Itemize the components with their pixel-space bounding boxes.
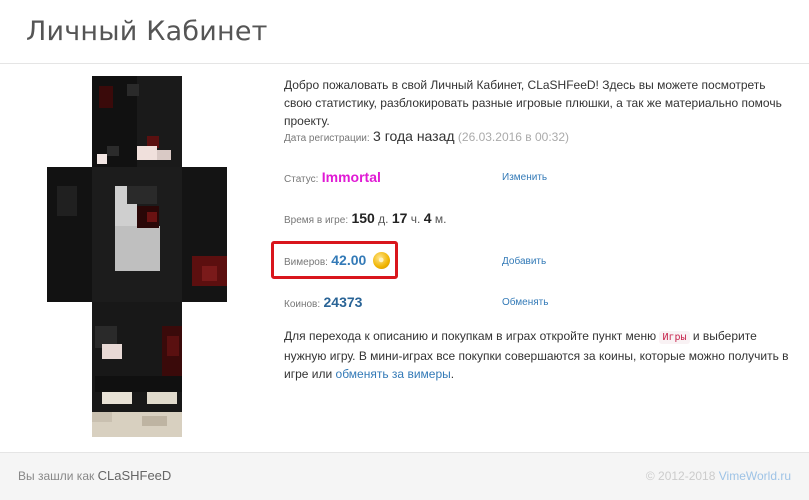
coins-row: Коинов: 24373 (284, 294, 363, 310)
logged-in-as: Вы зашли как CLaSHFeeD (18, 468, 172, 483)
page-title: Личный Кабинет (26, 16, 268, 47)
status-label: Статус (284, 174, 316, 185)
playtime-row: Время в игре: 150 д. 17 ч. 4 м. (284, 210, 447, 226)
coins-label: Коинов (284, 299, 318, 310)
copyright: © 2012-2018 VimeWorld.ru (645, 469, 791, 483)
status-row: Статус: Immortal (284, 169, 381, 185)
gold-coin-icon: ● (372, 252, 390, 270)
add-vimers-link[interactable]: Добавить (502, 256, 546, 267)
playtime-label: Время в игре (284, 215, 346, 226)
playtime-days: 150 (351, 210, 375, 226)
games-menu-tag: Игры (659, 331, 690, 344)
coins-value: 24373 (323, 294, 363, 310)
playtime-hours: 17 (391, 210, 408, 226)
exchange-coins-link[interactable]: Обменять (502, 297, 548, 308)
page-header: Личный Кабинет (0, 0, 809, 64)
welcome-text: Добро пожаловать в свой Личный Кабинет, … (284, 78, 782, 128)
player-skin-image (47, 76, 227, 437)
vimers-value: 42.00 (331, 252, 367, 268)
site-link[interactable]: VimeWorld.ru (719, 469, 791, 483)
vimers-row: Вимеров: 42.00 ● (284, 252, 390, 270)
registration-value: 3 года назад (373, 128, 455, 144)
status-value: Immortal (321, 169, 381, 185)
registration-row: Дата регистрации: 3 года назад (26.03.20… (284, 128, 570, 144)
registration-label: Дата регистрации (284, 133, 367, 144)
footer-username: CLaSHFeeD (97, 468, 172, 483)
exchange-vimers-link[interactable]: обменять за вимеры (336, 367, 451, 381)
playtime-minutes: 4 (423, 210, 432, 226)
games-note: Для перехода к описанию и покупкам в игр… (284, 329, 789, 381)
registration-date: (26.03.2016 в 00:32) (457, 130, 570, 144)
page-footer: Вы зашли как CLaSHFeeD © 2012-2018 VimeW… (0, 452, 809, 500)
change-status-link[interactable]: Изменить (502, 172, 547, 183)
vimers-label: Вимеров (284, 257, 326, 268)
